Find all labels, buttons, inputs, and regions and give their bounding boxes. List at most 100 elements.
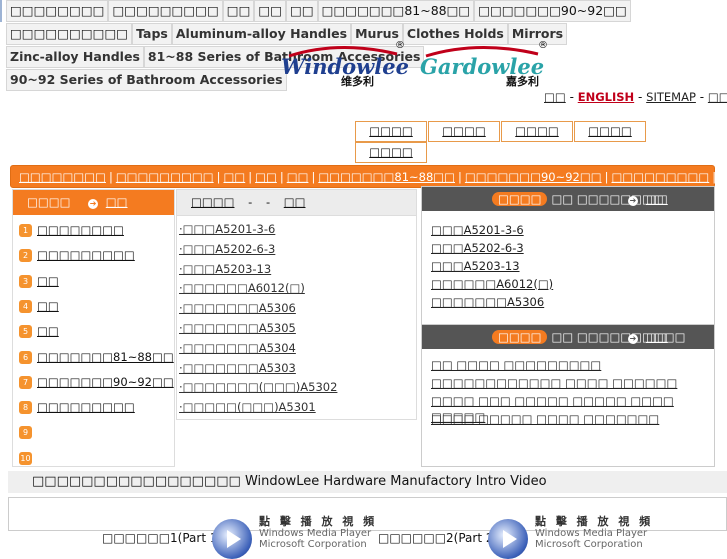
product-list-item[interactable]: ·□□□□□□□A5304 <box>179 340 296 356</box>
category-more-link[interactable]: □□ <box>106 195 128 209</box>
new-products-header: □□□□ □□ □□□□□□□□ ➔ □□ <box>422 187 714 211</box>
play-video-2-icon[interactable] <box>488 519 528 559</box>
number-badge-icon: 9 <box>19 426 32 440</box>
product-list-item[interactable]: ·□□□□□□□A5305 <box>179 320 296 336</box>
menu-separator: | <box>604 170 609 184</box>
number-badge-icon: 1 <box>19 224 32 237</box>
menu-separator: | <box>248 170 253 184</box>
new-products-pill: □□□□ <box>492 192 548 206</box>
wmp-name: Windows Media Player <box>535 528 648 539</box>
top-tag-link[interactable]: □□□□□□□□□ <box>108 0 223 22</box>
product-list-title-link[interactable]: □□□□ <box>191 195 234 209</box>
lang-other-link[interactable]: □□□□ <box>708 90 727 104</box>
new-product-link[interactable]: □□□□□□□A5306 <box>431 294 544 310</box>
separator: - <box>248 195 253 209</box>
separator: - <box>699 90 705 104</box>
product-list-item[interactable]: ·□□□A5201-3-6 <box>179 221 275 237</box>
menu-item[interactable]: □□□□□□□□□ <box>116 170 214 184</box>
category-item[interactable]: 9 <box>19 423 37 441</box>
category-item[interactable]: 2 □□□□□□□□□ <box>19 246 135 264</box>
category-item[interactable]: 10 <box>19 449 37 467</box>
new-products-panel: □□□□ □□ □□□□□□□□ ➔ □□ □□□A5201-3-6 □□□A5202… <box>421 186 715 325</box>
top-tag-link[interactable]: Taps <box>132 23 172 45</box>
menu-item[interactable]: □□□□□□□□□ <box>611 170 709 184</box>
nav-button-1[interactable]: □□□□ <box>355 121 427 142</box>
product-list-item-label: ·□□□A5203-13 <box>179 261 272 276</box>
product-list-item[interactable]: ·□□□A5202-6-3 <box>179 241 275 257</box>
lang-chinese-link[interactable]: □□ <box>544 90 566 104</box>
category-panel-title: □□□□ <box>27 195 71 209</box>
play-video-text: 點 擊 播 放 視 頻 <box>535 515 654 528</box>
top-tag-link[interactable]: 90~92 Series of Bathroom Accessories <box>6 69 287 91</box>
news-link[interactable]: □□ □□□□ □□□□□□□□□ <box>431 357 601 373</box>
top-tag-link[interactable]: □□ <box>222 0 255 22</box>
new-product-link[interactable]: □□□A5201-3-6 <box>431 222 524 238</box>
product-list-item-label: ·□□□□□□□A5306 <box>179 301 296 316</box>
top-tag-link[interactable]: □□□□□□□90~92□□ <box>474 0 631 22</box>
top-tag-link[interactable]: □□ <box>254 0 287 22</box>
news-link[interactable]: □□□□□□□□□□□□ □□□□ □□□□□□ <box>431 375 677 391</box>
news-panel: □□□□ □□ □□□□□□□□□□ ➔ □□ □□ □□□□ □□□□□□□□□ □… <box>421 324 715 467</box>
product-list-item[interactable]: ·□□□□□(□□□)A5301 <box>179 399 316 415</box>
menu-item[interactable]: □□□□□□□81~88□□ <box>318 170 455 184</box>
category-item-label: □□□□□□□□ <box>37 223 124 237</box>
category-item[interactable]: 1 □□□□□□□□ <box>19 221 124 239</box>
product-list-item[interactable]: ·□□□□□□□A5303 <box>179 360 296 376</box>
separator: - <box>638 90 643 104</box>
product-list-item-label: ·□□□□□□□A5305 <box>179 321 296 335</box>
registered-mark: ® <box>395 40 405 51</box>
category-item[interactable]: 4 □□ <box>19 297 59 315</box>
product-list-item[interactable]: ·□□□□□□□(□□□)A5302 <box>179 379 337 395</box>
news-more-link[interactable]: □□ <box>646 330 668 344</box>
top-tag-link[interactable]: □□□□□□□81~88□□ <box>317 0 475 22</box>
number-badge-icon: 10 <box>19 451 32 465</box>
product-list-item-label: ·□□□□□□A6012(□) <box>179 281 305 296</box>
menu-separator: | <box>279 170 284 184</box>
top-tag-link[interactable]: □□□□□□□□ <box>6 0 109 22</box>
product-list-header: □□□□ - - □□ <box>177 190 416 216</box>
menu-item[interactable]: □□ <box>287 170 309 184</box>
menu-item[interactable]: □□□□□□□□ <box>19 170 106 184</box>
category-item[interactable]: 3 □□ <box>19 272 59 290</box>
new-products-more-link[interactable]: □□ <box>646 192 668 206</box>
category-item[interactable]: 7 □□□□□□□90~92□□ <box>19 373 174 391</box>
top-tag-link[interactable]: □□□□□□□□□□ <box>6 23 133 45</box>
nav-button-5[interactable]: □□□□ <box>355 142 427 163</box>
new-product-link[interactable]: □□□A5203-13 <box>431 258 520 274</box>
registered-mark: ® <box>538 40 548 51</box>
play-video-1-icon[interactable] <box>212 519 252 559</box>
nav-button-4[interactable]: □□□□ <box>574 121 646 142</box>
product-list-item-label: ·□□□A5202-6-3 <box>179 241 276 256</box>
product-list-item[interactable]: ·□□□A5203-13 <box>179 261 271 277</box>
menu-item[interactable]: □□ <box>223 170 245 184</box>
category-item[interactable]: 5 □□ <box>19 322 59 340</box>
news-link[interactable]: □□□□ □□□□□ □□□□ □□□□□□□ <box>431 411 659 427</box>
product-list-item[interactable]: ·□□□□□□A6012(□) <box>179 280 305 296</box>
nav-button-2[interactable]: □□□□ <box>428 121 500 142</box>
category-item-label: □□ <box>37 273 59 288</box>
category-item[interactable]: 6 □□□□□□□81~88□□ <box>19 348 174 366</box>
windowlee-logo[interactable]: Windowlee 维多利 ® <box>279 40 409 88</box>
gardowlee-logo[interactable]: Gardowlee 嘉多利 ® <box>418 40 548 88</box>
category-item-label: □□□□□□□□□ <box>37 400 135 415</box>
video-section-title: □□□□□□□□□□□□□□□□□ WindowLee Hardware Man… <box>8 471 727 493</box>
menu-item[interactable]: □□ <box>255 170 277 184</box>
lang-english-link[interactable]: ENGLISH <box>578 90 634 104</box>
video-part2-label: □□□□□□2(Part 2): <box>378 531 503 545</box>
arrow-right-icon: ➔ <box>88 199 99 209</box>
category-item[interactable]: 8 □□□□□□□□□ <box>19 398 135 416</box>
nav-button-3[interactable]: □□□□ <box>501 121 573 142</box>
menu-separator: | <box>458 170 462 184</box>
top-tag-link[interactable]: Zinc-alloy Handles <box>6 46 144 68</box>
new-product-link[interactable]: □□□A5202-6-3 <box>431 240 524 256</box>
sitemap-link[interactable]: SITEMAP <box>646 90 696 104</box>
new-product-link[interactable]: □□□□□□A6012(□) <box>431 276 553 292</box>
menu-item[interactable]: □□□□□□□90~92□□ <box>465 170 602 184</box>
number-badge-icon: 7 <box>19 375 32 389</box>
top-tag-link[interactable]: □□ <box>286 0 318 22</box>
product-list-item[interactable]: ·□□□□□□□A5306 <box>179 300 296 316</box>
news-pill: □□□□ <box>492 330 548 344</box>
separator: - <box>265 195 271 209</box>
product-list-sub-link[interactable]: □□ <box>284 195 306 209</box>
product-list-item-label: ·□□□□□(□□□)A5301 <box>179 400 316 415</box>
